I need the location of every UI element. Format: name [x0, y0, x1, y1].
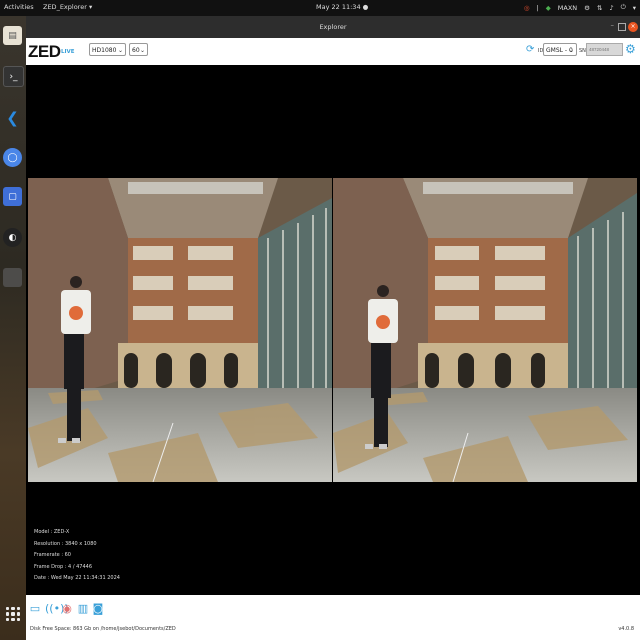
version-label: v4.0.8: [618, 626, 634, 632]
refresh-icon[interactable]: ⟳: [526, 44, 534, 55]
system-top-bar: Activities ZED_Explorer ▾ May 22 11:34 ●…: [0, 0, 640, 16]
activities-button[interactable]: Activities: [4, 3, 34, 11]
maximize-icon[interactable]: [618, 23, 626, 31]
video-viewer: Model : ZED-X Resolution : 3840 x 1080 F…: [26, 65, 640, 595]
serial-number-input[interactable]: [586, 43, 623, 56]
record-icon[interactable]: ◉: [61, 602, 73, 616]
snapshot-icon[interactable]: ◙: [92, 602, 104, 616]
zed-logo: ZED: [28, 42, 61, 61]
bottom-toolbar: ▭ ((•)) ◉ ▥ ◙ Disk Free Space: 863 Gb on…: [26, 595, 640, 640]
folder-icon[interactable]: ▭: [29, 602, 41, 616]
app-menu[interactable]: ZED_Explorer ▾: [43, 3, 92, 11]
network-icon[interactable]: ⇅: [597, 4, 602, 12]
camera-info-overlay: Model : ZED-X Resolution : 3840 x 1080 F…: [34, 527, 120, 585]
terminal-icon[interactable]: ›_: [3, 66, 24, 87]
screenshot-icon[interactable]: ▢: [3, 187, 22, 206]
power-mode-label[interactable]: MAXN: [558, 4, 577, 12]
toolbar: ZED LIVE HD1080 ⌄ 60 ⌄ ⟳ ID GMSL - 0 ⌄ S…: [26, 38, 640, 65]
side-by-side-icon[interactable]: ▥: [77, 602, 89, 616]
obs-icon[interactable]: ◐: [3, 228, 22, 247]
info-framerate: Framerate : 60: [34, 552, 71, 558]
live-label: LIVE: [61, 49, 75, 55]
window-titlebar[interactable]: Explorer – ×: [26, 16, 640, 38]
chevron-down-icon[interactable]: ▾: [633, 4, 636, 12]
right-camera-view: [333, 178, 637, 482]
ubuntu-update-icon[interactable]: ◎: [524, 4, 530, 12]
stream-icon[interactable]: ((•)): [45, 602, 69, 616]
volume-icon[interactable]: ♪: [609, 4, 613, 12]
resolution-select[interactable]: HD1080 ⌄: [89, 43, 126, 56]
info-frame-drop: Frame Drop : 4 / 47446: [34, 563, 93, 570]
minimize-icon[interactable]: –: [611, 21, 615, 29]
system-tray[interactable]: ◎ | ◆ MAXN ⚙ ⇅ ♪ ⏻ ▾: [524, 3, 636, 12]
nvidia-icon[interactable]: ◆: [546, 4, 551, 12]
dock: ▤ ›_ ❮ ◯ ▢ ◐: [0, 16, 26, 640]
show-apps-icon[interactable]: [6, 607, 20, 621]
chevron-down-icon: ⌄: [568, 47, 574, 54]
clock[interactable]: May 22 11:34 ●: [316, 3, 368, 11]
camera-select[interactable]: GMSL - 0 ⌄: [543, 43, 577, 56]
zed-explorer-icon[interactable]: [3, 268, 22, 287]
window-title: Explorer: [319, 23, 347, 31]
divider-icon: |: [536, 3, 539, 12]
explorer-window: Explorer – × ZED LIVE HD1080 ⌄ 60 ⌄ ⟳ ID…: [26, 16, 640, 640]
power-icon[interactable]: ⏻: [621, 3, 626, 12]
gear-icon[interactable]: ⚙: [625, 42, 636, 56]
chromium-icon[interactable]: ◯: [3, 148, 22, 167]
files-icon[interactable]: ▤: [3, 26, 22, 45]
info-date: Date : Wed May 22 11:34:31 2024: [34, 575, 120, 581]
disk-space-status: Disk Free Space: 863 Gb on /home/jsebot/…: [30, 626, 176, 632]
resolution-value: HD1080: [92, 47, 117, 54]
settings-tray-icon[interactable]: ⚙: [584, 4, 590, 12]
fps-select[interactable]: 60 ⌄: [129, 43, 148, 56]
info-model: Model : ZED-X: [34, 529, 70, 535]
chevron-down-icon: ⌄: [117, 47, 123, 54]
left-camera-view: [28, 178, 332, 482]
info-resolution: Resolution : 3840 x 1080: [34, 540, 97, 547]
vscode-icon[interactable]: ❮: [3, 108, 22, 127]
sn-label: SN: [579, 48, 586, 54]
close-icon[interactable]: ×: [628, 22, 638, 32]
fps-value: 60: [132, 47, 140, 54]
chevron-down-icon: ⌄: [139, 47, 145, 54]
